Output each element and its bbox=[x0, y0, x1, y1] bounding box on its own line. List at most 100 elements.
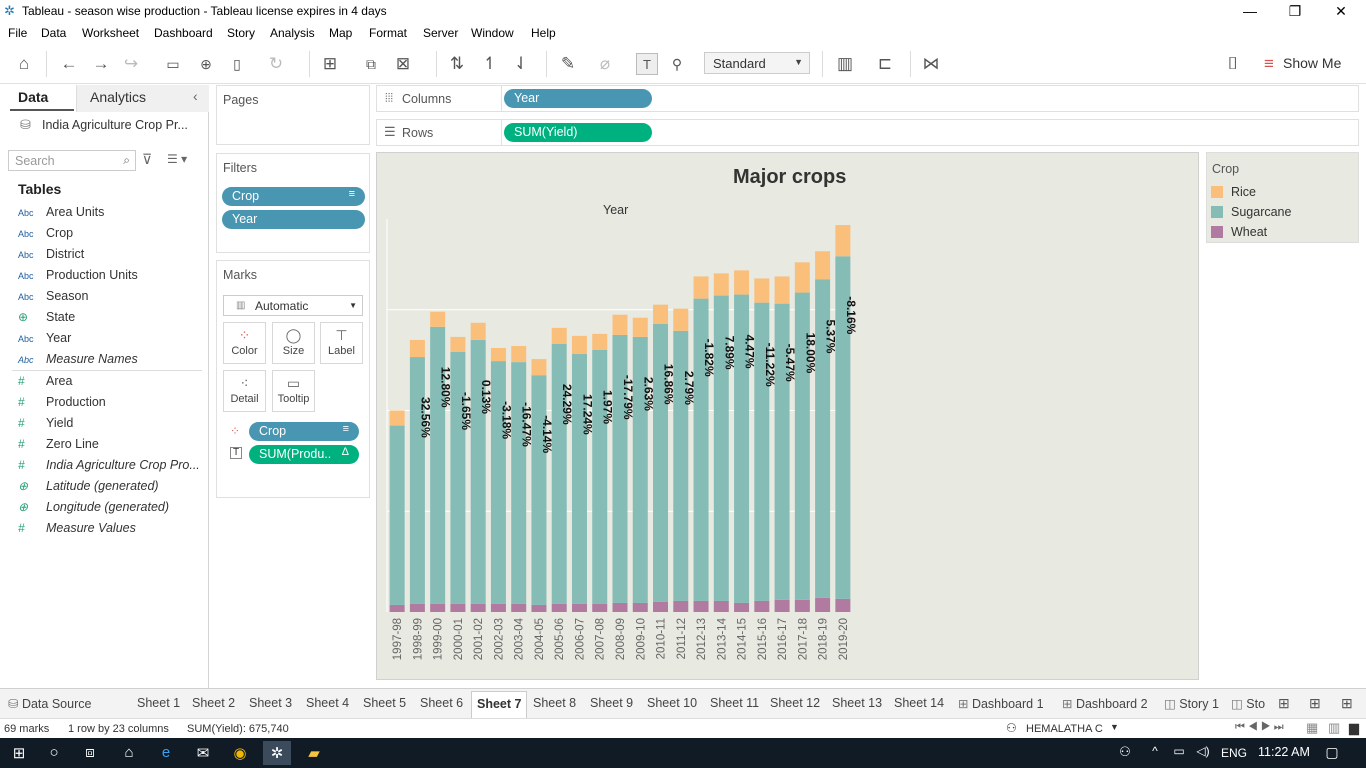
bar-segment-wheat[interactable] bbox=[490, 603, 506, 612]
bar-segment-rice[interactable] bbox=[734, 270, 750, 295]
bar-segment-wheat[interactable] bbox=[551, 603, 567, 612]
tab-sheet-5[interactable]: Sheet 5 bbox=[363, 696, 406, 710]
bar-segment-sugarcane[interactable] bbox=[571, 354, 587, 604]
bar-segment-sugarcane[interactable] bbox=[592, 350, 608, 604]
clear-sheet-icon[interactable]: ⊠ bbox=[392, 53, 414, 75]
search-input[interactable]: Search ⌕ bbox=[8, 150, 136, 171]
marks-pill-production[interactable]: SUM(Produ.. Δ bbox=[249, 445, 359, 464]
bar-segment-rice[interactable] bbox=[835, 225, 851, 257]
field-measure[interactable]: ⊕ Longitude (generated) bbox=[18, 500, 169, 520]
bar-segment-sugarcane[interactable] bbox=[450, 352, 466, 604]
bar-segment-rice[interactable] bbox=[389, 410, 405, 426]
show-labels-icon[interactable]: T bbox=[636, 53, 658, 75]
file-explorer-icon[interactable]: ▰ bbox=[302, 744, 326, 762]
battery-icon[interactable]: ▭ bbox=[1167, 744, 1191, 758]
bar-segment-rice[interactable] bbox=[551, 327, 567, 344]
filter-icon[interactable]: ⊽ bbox=[142, 151, 152, 168]
menu-format[interactable]: Format bbox=[369, 26, 407, 40]
volume-icon[interactable]: ◁) bbox=[1191, 744, 1215, 758]
save-icon[interactable]: ▭ bbox=[162, 53, 184, 75]
menu-window[interactable]: Window bbox=[471, 26, 514, 40]
filter-pill-year[interactable]: Year bbox=[222, 210, 365, 229]
chevron-down-icon[interactable]: ▼ bbox=[1110, 722, 1119, 732]
pause-updates-icon[interactable]: ▯ bbox=[226, 53, 248, 75]
rows-pill-yield[interactable]: SUM(Yield) bbox=[504, 123, 652, 142]
field-dimension[interactable]: Abc Measure Names bbox=[18, 352, 138, 372]
filters-shelf[interactable]: Filters Crop ≡ Year bbox=[216, 153, 370, 253]
tab-dashboard-1[interactable]: ⊞ Dashboard 1 bbox=[958, 696, 1044, 711]
legend-item-rice[interactable]: Rice bbox=[1211, 185, 1256, 199]
tabs-icon[interactable]: ▆ bbox=[1349, 720, 1359, 736]
bar-segment-wheat[interactable] bbox=[571, 603, 587, 612]
bar-segment-wheat[interactable] bbox=[754, 600, 770, 612]
tab-sheet-9[interactable]: Sheet 9 bbox=[590, 696, 633, 710]
group-icon[interactable]: ⌀ bbox=[594, 53, 616, 75]
sheet-nav-icons[interactable]: ⏮ ◀ ▶ ⏭ bbox=[1235, 721, 1284, 734]
viz-area[interactable]: Major crops Year 1997-98 32.56% 1998-99 12.… bbox=[376, 152, 1199, 680]
people-icon[interactable]: ⚇ bbox=[1113, 744, 1137, 760]
legend-item-sugarcane[interactable]: Sugarcane bbox=[1211, 205, 1291, 219]
field-measure[interactable]: # Yield bbox=[18, 416, 73, 436]
bar-segment-sugarcane[interactable] bbox=[409, 357, 425, 604]
bar-segment-wheat[interactable] bbox=[430, 603, 446, 612]
bar-segment-wheat[interactable] bbox=[612, 602, 628, 612]
new-story-tab-icon[interactable]: ⊞ bbox=[1341, 695, 1353, 712]
mark-type-dropdown[interactable]: ▥ Automatic ▼ bbox=[223, 295, 363, 316]
tab-sheet-13[interactable]: Sheet 13 bbox=[832, 696, 882, 710]
show-cards-icon[interactable]: ▥ bbox=[834, 53, 856, 75]
duplicate-icon[interactable]: ⧉ bbox=[360, 53, 382, 75]
new-worksheet-tab-icon[interactable]: ⊞ bbox=[1278, 695, 1290, 712]
bar-segment-wheat[interactable] bbox=[450, 603, 466, 612]
sort-descending-icon[interactable]: ⇃ bbox=[510, 53, 532, 75]
edge-icon[interactable]: e bbox=[154, 744, 178, 761]
bar-segment-sugarcane[interactable] bbox=[511, 362, 527, 604]
bar-segment-wheat[interactable] bbox=[794, 599, 810, 612]
bar-segment-wheat[interactable] bbox=[713, 600, 729, 612]
replay-icon[interactable]: ↪ bbox=[120, 53, 142, 75]
tab-sheet-14[interactable]: Sheet 14 bbox=[894, 696, 944, 710]
tab-sheet-10[interactable]: Sheet 10 bbox=[647, 696, 697, 710]
bar-segment-rice[interactable] bbox=[632, 317, 648, 337]
bar-segment-rice[interactable] bbox=[450, 336, 466, 353]
tab-sheet-7[interactable]: Sheet 7 bbox=[471, 691, 528, 718]
format-painter-icon[interactable]: ⌷ bbox=[1222, 53, 1244, 75]
refresh-icon[interactable]: ↻ bbox=[265, 53, 287, 75]
bar-segment-wheat[interactable] bbox=[511, 603, 527, 612]
tab-story-1[interactable]: ◫ Story 1 bbox=[1164, 696, 1219, 711]
highlight-icon[interactable]: ✎ bbox=[557, 53, 579, 75]
field-dimension[interactable]: Abc Area Units bbox=[18, 205, 104, 225]
field-dimension[interactable]: Abc District bbox=[18, 247, 84, 267]
sheet-sorter-icon[interactable]: ▦ bbox=[1306, 720, 1318, 736]
bar-segment-rice[interactable] bbox=[693, 276, 709, 299]
collapse-pane-icon[interactable]: ‹ bbox=[193, 88, 198, 104]
field-dimension[interactable]: Abc Season bbox=[18, 289, 88, 309]
swap-icon[interactable]: ⇅ bbox=[446, 53, 468, 75]
bar-segment-rice[interactable] bbox=[673, 308, 689, 331]
tab-data[interactable]: Data bbox=[18, 89, 48, 105]
mail-icon[interactable]: ✉ bbox=[191, 744, 215, 762]
bar-segment-sugarcane[interactable] bbox=[389, 425, 405, 605]
field-measure[interactable]: # Production bbox=[18, 395, 106, 415]
restore-button[interactable]: ❐ bbox=[1272, 0, 1318, 22]
windows-start-icon[interactable]: ⊞ bbox=[7, 744, 31, 762]
bar-segment-wheat[interactable] bbox=[389, 604, 405, 612]
undo-icon[interactable]: ← bbox=[58, 53, 80, 75]
bar-segment-rice[interactable] bbox=[531, 359, 547, 376]
menu-dashboard[interactable]: Dashboard bbox=[154, 26, 213, 40]
tab-data-source[interactable]: ⛁ Data Source bbox=[8, 696, 91, 711]
bar-segment-rice[interactable] bbox=[612, 314, 628, 335]
bar-segment-wheat[interactable] bbox=[693, 600, 709, 612]
menu-analysis[interactable]: Analysis bbox=[270, 26, 315, 40]
bar-segment-rice[interactable] bbox=[653, 304, 669, 324]
show-me-icon[interactable]: ≡ bbox=[1258, 53, 1280, 75]
crop-legend[interactable]: Crop Rice Sugarcane Wheat bbox=[1206, 152, 1359, 243]
field-measure[interactable]: # Area bbox=[18, 374, 72, 394]
tab-sheet-3[interactable]: Sheet 3 bbox=[249, 696, 292, 710]
tab-sheet-8[interactable]: Sheet 8 bbox=[533, 696, 576, 710]
tab-sto[interactable]: ◫ Sto bbox=[1231, 696, 1265, 711]
rows-shelf[interactable]: ☰ Rows SUM(Yield) bbox=[376, 119, 1359, 146]
bar-segment-wheat[interactable] bbox=[531, 604, 547, 612]
columns-pill-year[interactable]: Year bbox=[504, 89, 652, 108]
view-options-icon[interactable]: ☰ ▾ bbox=[167, 152, 187, 166]
menu-story[interactable]: Story bbox=[227, 26, 255, 40]
